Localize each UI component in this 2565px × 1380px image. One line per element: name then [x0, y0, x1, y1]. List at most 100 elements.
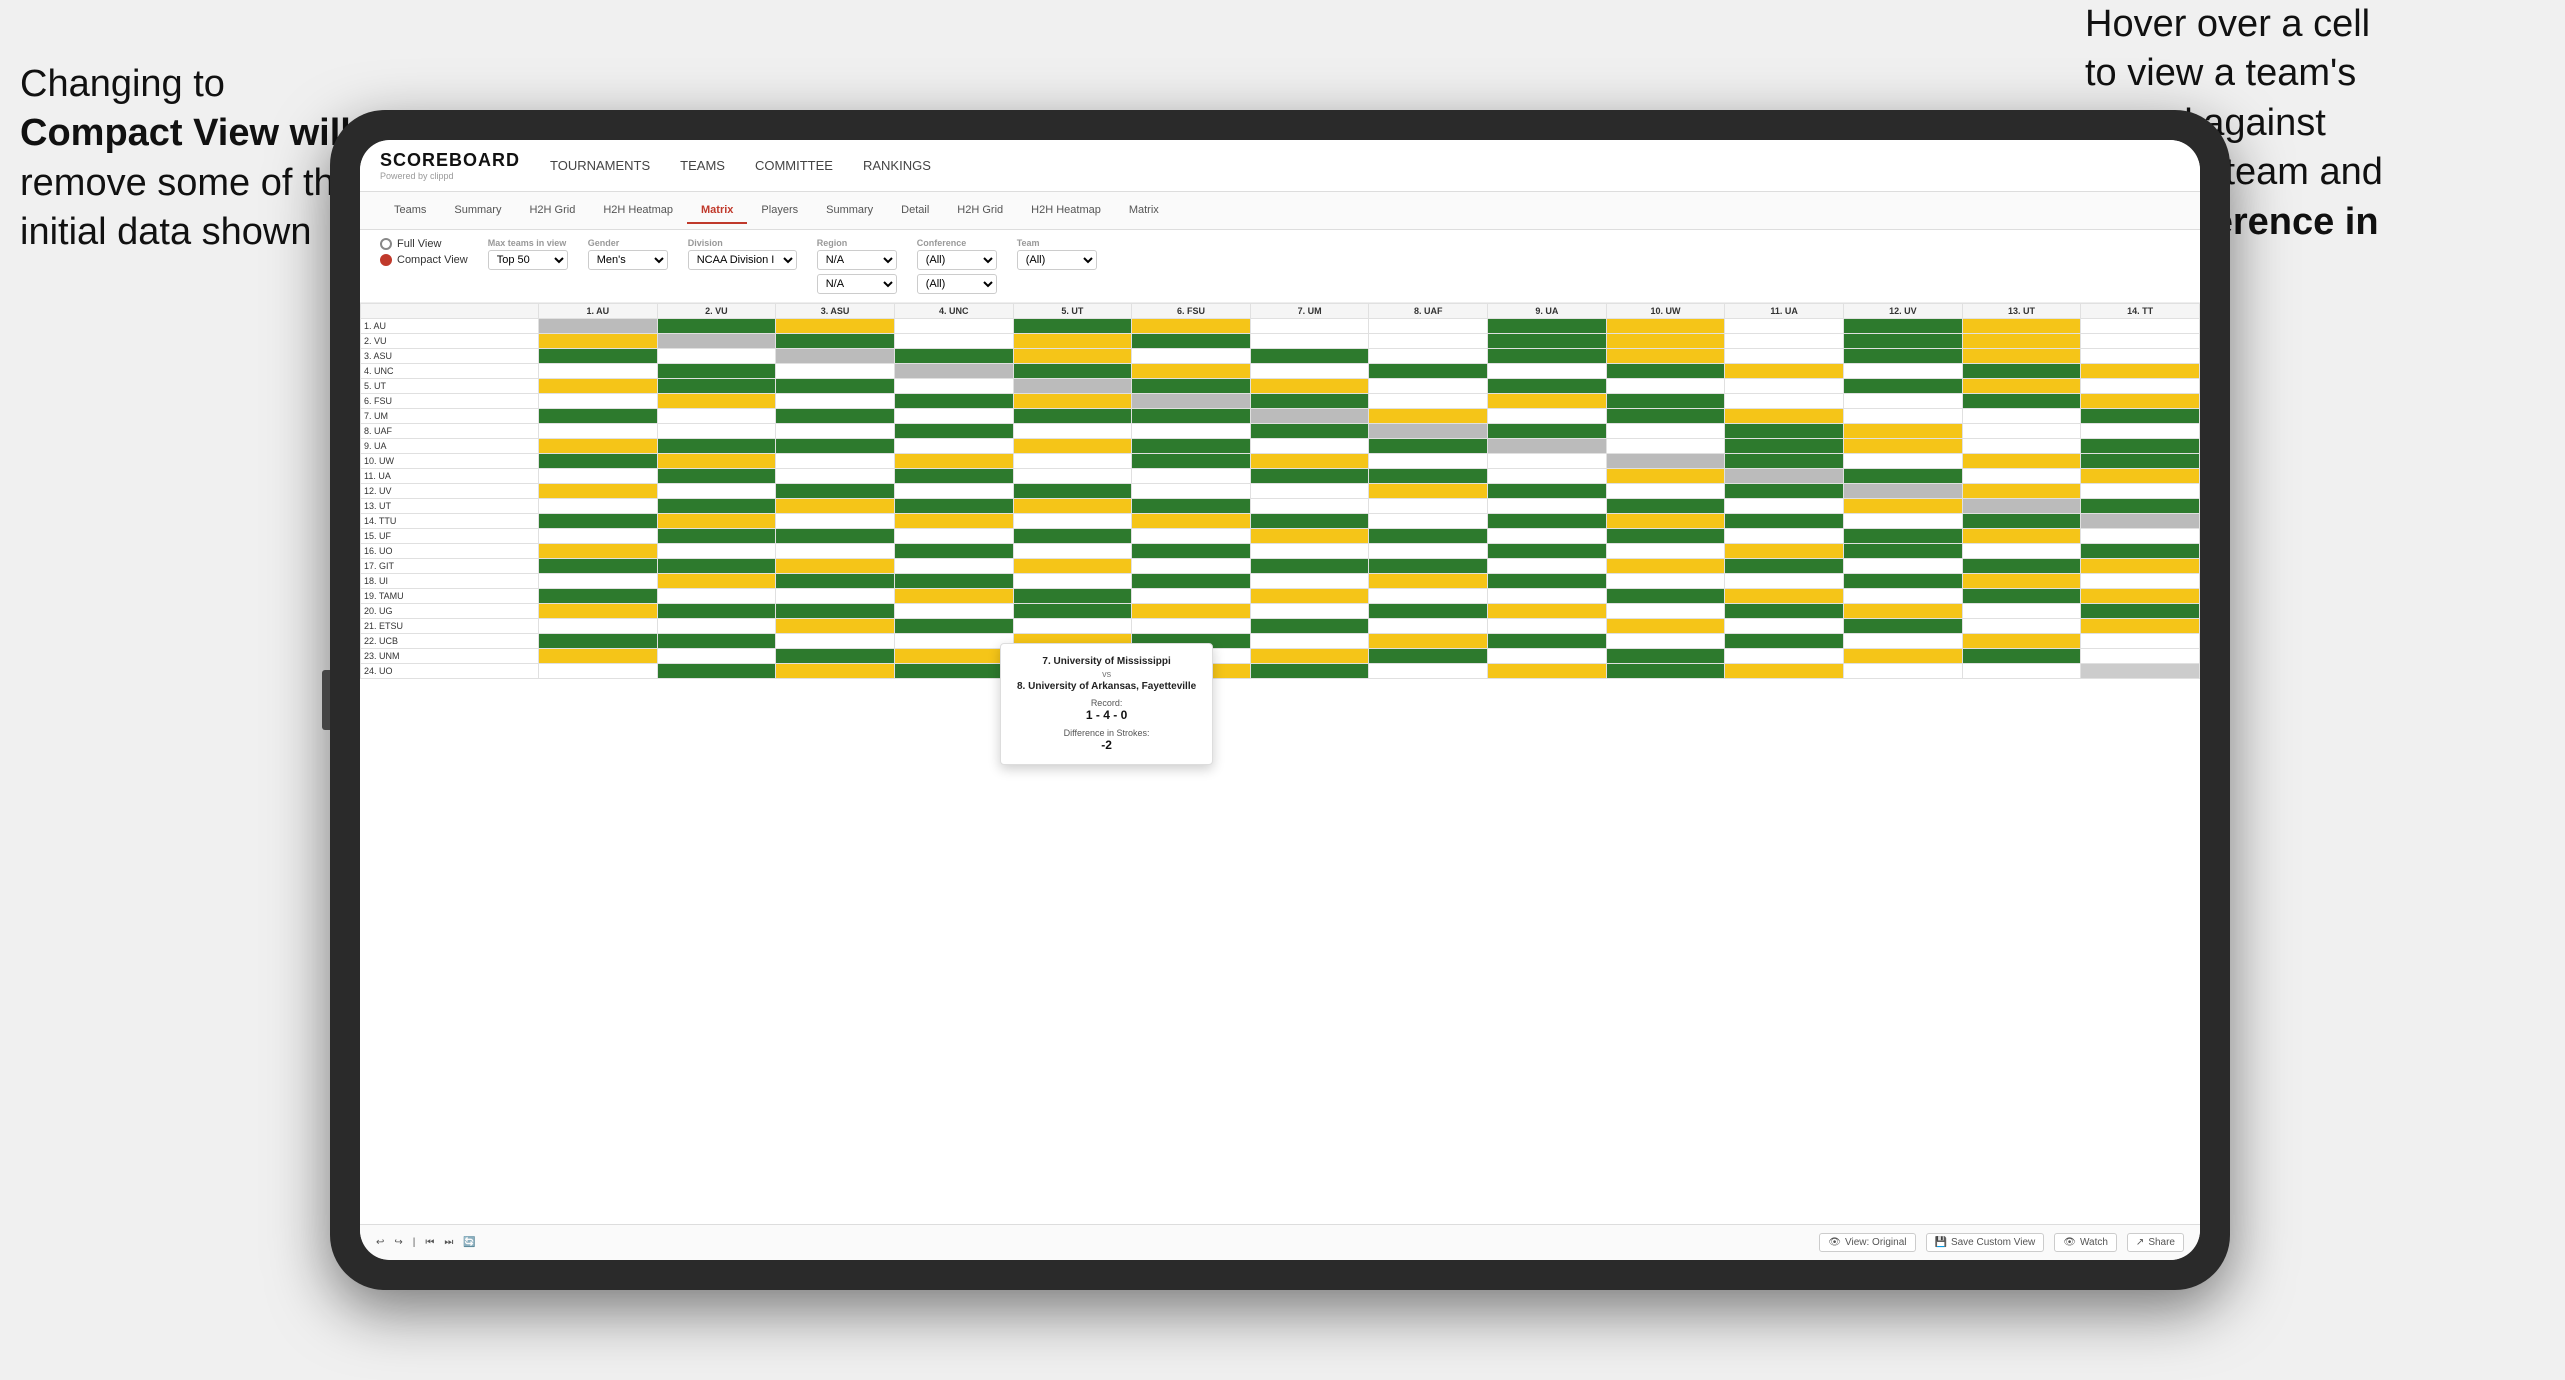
matrix-cell[interactable]	[1606, 514, 1725, 529]
matrix-cell[interactable]	[1725, 649, 1844, 664]
matrix-cell[interactable]	[1013, 424, 1132, 439]
matrix-cell[interactable]	[1606, 604, 1725, 619]
nav-teams[interactable]: TEAMS	[680, 158, 725, 173]
matrix-cell[interactable]	[1606, 334, 1725, 349]
matrix-cell[interactable]	[776, 589, 895, 604]
matrix-cell[interactable]	[538, 409, 657, 424]
nav-committee[interactable]: COMMITTEE	[755, 158, 833, 173]
matrix-cell[interactable]	[1132, 349, 1251, 364]
matrix-cell[interactable]	[1725, 454, 1844, 469]
matrix-cell[interactable]	[657, 439, 776, 454]
matrix-cell[interactable]	[657, 574, 776, 589]
matrix-cell[interactable]	[1844, 409, 1963, 424]
tab-matrix-2[interactable]: Matrix	[1115, 198, 1173, 224]
matrix-cell[interactable]	[2081, 424, 2200, 439]
matrix-cell[interactable]	[2081, 334, 2200, 349]
matrix-cell[interactable]	[1962, 484, 2081, 499]
matrix-cell[interactable]	[1725, 484, 1844, 499]
matrix-cell[interactable]	[1013, 499, 1132, 514]
matrix-cell[interactable]	[1132, 439, 1251, 454]
matrix-cell[interactable]	[2081, 349, 2200, 364]
matrix-cell[interactable]	[1488, 619, 1607, 634]
matrix-cell[interactable]	[1844, 319, 1963, 334]
matrix-cell[interactable]	[1013, 469, 1132, 484]
matrix-cell[interactable]	[1250, 484, 1369, 499]
matrix-cell[interactable]	[1132, 574, 1251, 589]
matrix-cell[interactable]	[894, 469, 1013, 484]
matrix-cell[interactable]	[1962, 619, 2081, 634]
matrix-cell[interactable]	[538, 529, 657, 544]
matrix-cell[interactable]	[1962, 589, 2081, 604]
matrix-cell[interactable]	[894, 484, 1013, 499]
matrix-cell[interactable]	[1488, 544, 1607, 559]
matrix-cell[interactable]	[1962, 634, 2081, 649]
matrix-cell[interactable]	[2081, 484, 2200, 499]
matrix-cell[interactable]	[1488, 574, 1607, 589]
matrix-cell[interactable]	[1132, 619, 1251, 634]
matrix-cell[interactable]	[894, 424, 1013, 439]
matrix-cell[interactable]	[1013, 589, 1132, 604]
matrix-cell[interactable]	[538, 634, 657, 649]
matrix-cell[interactable]	[1013, 349, 1132, 364]
matrix-cell[interactable]	[776, 319, 895, 334]
matrix-cell[interactable]	[1013, 394, 1132, 409]
matrix-cell[interactable]	[1488, 379, 1607, 394]
matrix-cell[interactable]	[657, 484, 776, 499]
matrix-cell[interactable]	[2081, 514, 2200, 529]
matrix-cell[interactable]	[657, 424, 776, 439]
matrix-cell[interactable]	[1132, 529, 1251, 544]
matrix-cell[interactable]	[538, 559, 657, 574]
matrix-cell[interactable]	[1844, 649, 1963, 664]
matrix-cell[interactable]	[538, 574, 657, 589]
matrix-cell[interactable]	[657, 664, 776, 679]
matrix-cell[interactable]	[1844, 499, 1963, 514]
matrix-cell[interactable]	[894, 499, 1013, 514]
matrix-cell[interactable]	[1250, 379, 1369, 394]
matrix-cell[interactable]	[894, 649, 1013, 664]
matrix-cell[interactable]	[1962, 529, 2081, 544]
matrix-cell[interactable]	[1488, 424, 1607, 439]
matrix-cell[interactable]	[1132, 484, 1251, 499]
matrix-cell[interactable]	[2081, 649, 2200, 664]
matrix-cell[interactable]	[1250, 319, 1369, 334]
matrix-cell[interactable]	[1606, 664, 1725, 679]
matrix-cell[interactable]	[538, 364, 657, 379]
matrix-cell[interactable]	[1488, 664, 1607, 679]
matrix-cell[interactable]	[657, 319, 776, 334]
matrix-cell[interactable]	[1369, 424, 1488, 439]
tab-matrix[interactable]: Matrix	[687, 198, 747, 224]
matrix-cell[interactable]	[1725, 394, 1844, 409]
matrix-cell[interactable]	[538, 664, 657, 679]
matrix-cell[interactable]	[538, 334, 657, 349]
matrix-cell[interactable]	[1606, 379, 1725, 394]
matrix-cell[interactable]	[1013, 379, 1132, 394]
matrix-cell[interactable]	[1250, 559, 1369, 574]
matrix-cell[interactable]	[1725, 469, 1844, 484]
matrix-cell[interactable]	[776, 544, 895, 559]
matrix-cell[interactable]	[1132, 319, 1251, 334]
matrix-cell[interactable]	[1488, 649, 1607, 664]
matrix-cell[interactable]	[1250, 514, 1369, 529]
matrix-cell[interactable]	[2081, 529, 2200, 544]
matrix-cell[interactable]	[894, 379, 1013, 394]
matrix-cell[interactable]	[1488, 409, 1607, 424]
compact-view-option[interactable]: Compact View	[380, 254, 468, 266]
matrix-cell[interactable]	[1606, 319, 1725, 334]
matrix-cell[interactable]	[1725, 544, 1844, 559]
matrix-cell[interactable]	[1962, 649, 2081, 664]
matrix-cell[interactable]	[1488, 469, 1607, 484]
matrix-cell[interactable]	[1606, 484, 1725, 499]
matrix-cell[interactable]	[1132, 364, 1251, 379]
full-view-option[interactable]: Full View	[380, 238, 468, 250]
matrix-cell[interactable]	[1488, 439, 1607, 454]
matrix-cell[interactable]	[1962, 604, 2081, 619]
matrix-cell[interactable]	[538, 619, 657, 634]
matrix-cell[interactable]	[1844, 439, 1963, 454]
matrix-cell[interactable]	[894, 619, 1013, 634]
matrix-cell[interactable]	[1369, 559, 1488, 574]
matrix-cell[interactable]	[1369, 334, 1488, 349]
matrix-cell[interactable]	[894, 574, 1013, 589]
team-select[interactable]: (All)	[1017, 250, 1097, 270]
matrix-cell[interactable]	[1369, 484, 1488, 499]
matrix-cell[interactable]	[1725, 574, 1844, 589]
